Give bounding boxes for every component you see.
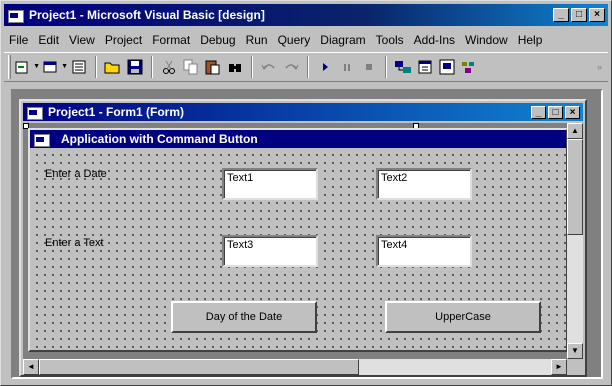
minimize-button[interactable]: _ [553, 8, 569, 22]
horizontal-scroll-thumb[interactable] [39, 359, 359, 375]
form-window-titlebar[interactable]: Project1 - Form1 (Form) _ □ × [23, 103, 583, 121]
form-caption-bar: Application with Command Button [30, 130, 566, 148]
start-icon[interactable] [314, 56, 336, 78]
menu-debug[interactable]: Debug [195, 33, 240, 47]
label-enter-date[interactable]: Enter a Date [45, 168, 107, 180]
save-icon[interactable] [124, 56, 146, 78]
menu-add-ins[interactable]: Add-Ins [409, 33, 460, 47]
menu-tools[interactable]: Tools [371, 33, 409, 47]
ide-titlebar[interactable]: Project1 - Microsoft Visual Basic [desig… [4, 4, 608, 26]
form-maximize-button[interactable]: □ [548, 105, 563, 119]
menu-query[interactable]: Query [273, 33, 316, 47]
vertical-scrollbar[interactable]: ▲ ▼ [567, 123, 583, 359]
menu-format[interactable]: Format [147, 33, 195, 47]
form-grid: Enter a Date Text1 Text2 Enter a Text Te… [30, 148, 566, 350]
undo-icon[interactable] [258, 56, 280, 78]
textbox-text4[interactable]: Text4 [376, 235, 472, 267]
scroll-up-icon[interactable]: ▲ [567, 123, 583, 139]
project-explorer-icon[interactable] [392, 56, 414, 78]
ide-title: Project1 - Microsoft Visual Basic [desig… [29, 8, 265, 22]
form-layout-icon[interactable] [436, 56, 458, 78]
form-window-title: Project1 - Form1 (Form) [48, 105, 185, 119]
vertical-scroll-thumb[interactable] [567, 139, 583, 235]
label-enter-text[interactable]: Enter a Text [45, 237, 104, 249]
vb-app-icon[interactable] [8, 8, 24, 23]
break-icon[interactable] [336, 56, 358, 78]
toolbar-overflow-icon[interactable]: » [597, 62, 602, 72]
toolbar-separator [307, 56, 309, 78]
properties-icon[interactable] [414, 56, 436, 78]
open-icon[interactable] [102, 56, 124, 78]
menu-edit[interactable]: Edit [33, 33, 64, 47]
button-day-of-date[interactable]: Day of the Date [171, 301, 317, 333]
form-window-icon[interactable] [27, 105, 43, 120]
toolbar-separator [95, 56, 97, 78]
menu-window[interactable]: Window [460, 33, 513, 47]
dropdown-arrow-icon[interactable]: ▼ [61, 63, 68, 70]
toolbar-separator [385, 56, 387, 78]
form-minimize-button[interactable]: _ [531, 105, 546, 119]
designer-canvas: Application with Command Button Enter a … [23, 123, 583, 375]
menu-view[interactable]: View [64, 33, 100, 47]
menu-run[interactable]: Run [241, 33, 273, 47]
toolbar-separator [151, 56, 153, 78]
object-browser-icon[interactable] [458, 56, 480, 78]
textbox-text1[interactable]: Text1 [222, 168, 318, 200]
menu-project[interactable]: Project [100, 33, 147, 47]
form1[interactable]: Application with Command Button Enter a … [28, 128, 568, 352]
menu-editor-icon[interactable] [68, 56, 90, 78]
end-icon[interactable] [358, 56, 380, 78]
paste-icon[interactable] [202, 56, 224, 78]
button-uppercase[interactable]: UpperCase [385, 301, 541, 333]
resize-grip[interactable] [567, 359, 583, 375]
toolbar-separator [251, 56, 253, 78]
toolbar-grip[interactable] [8, 55, 11, 79]
scroll-down-icon[interactable]: ▼ [567, 343, 583, 359]
vb-ide-window: Project1 - Microsoft Visual Basic [desig… [0, 0, 612, 386]
menu-help[interactable]: Help [513, 33, 548, 47]
form-icon [34, 132, 50, 147]
add-form-icon[interactable]: ▼ [40, 56, 68, 78]
standard-toolbar: ▼ ▼ » [4, 52, 608, 82]
scroll-right-icon[interactable]: ► [551, 359, 567, 375]
form-close-button[interactable]: × [565, 105, 580, 119]
textbox-text3[interactable]: Text3 [222, 235, 318, 267]
cut-icon[interactable] [158, 56, 180, 78]
menu-file[interactable]: File [4, 33, 33, 47]
form-caption: Application with Command Button [61, 132, 258, 146]
form-designer-window: Project1 - Form1 (Form) _ □ × Applicatio… [19, 99, 587, 377]
menu-bar: File Edit View Project Format Debug Run … [4, 30, 608, 50]
textbox-text2[interactable]: Text2 [376, 168, 472, 200]
maximize-button[interactable]: □ [571, 8, 587, 22]
horizontal-scrollbar[interactable]: ◄ ► [23, 359, 567, 375]
dropdown-arrow-icon[interactable]: ▼ [33, 63, 40, 70]
menu-diagram[interactable]: Diagram [315, 33, 370, 47]
find-icon[interactable] [224, 56, 246, 78]
scroll-left-icon[interactable]: ◄ [23, 359, 39, 375]
close-button[interactable]: × [589, 8, 605, 22]
redo-icon[interactable] [280, 56, 302, 78]
add-project-icon[interactable]: ▼ [12, 56, 40, 78]
copy-icon[interactable] [180, 56, 202, 78]
